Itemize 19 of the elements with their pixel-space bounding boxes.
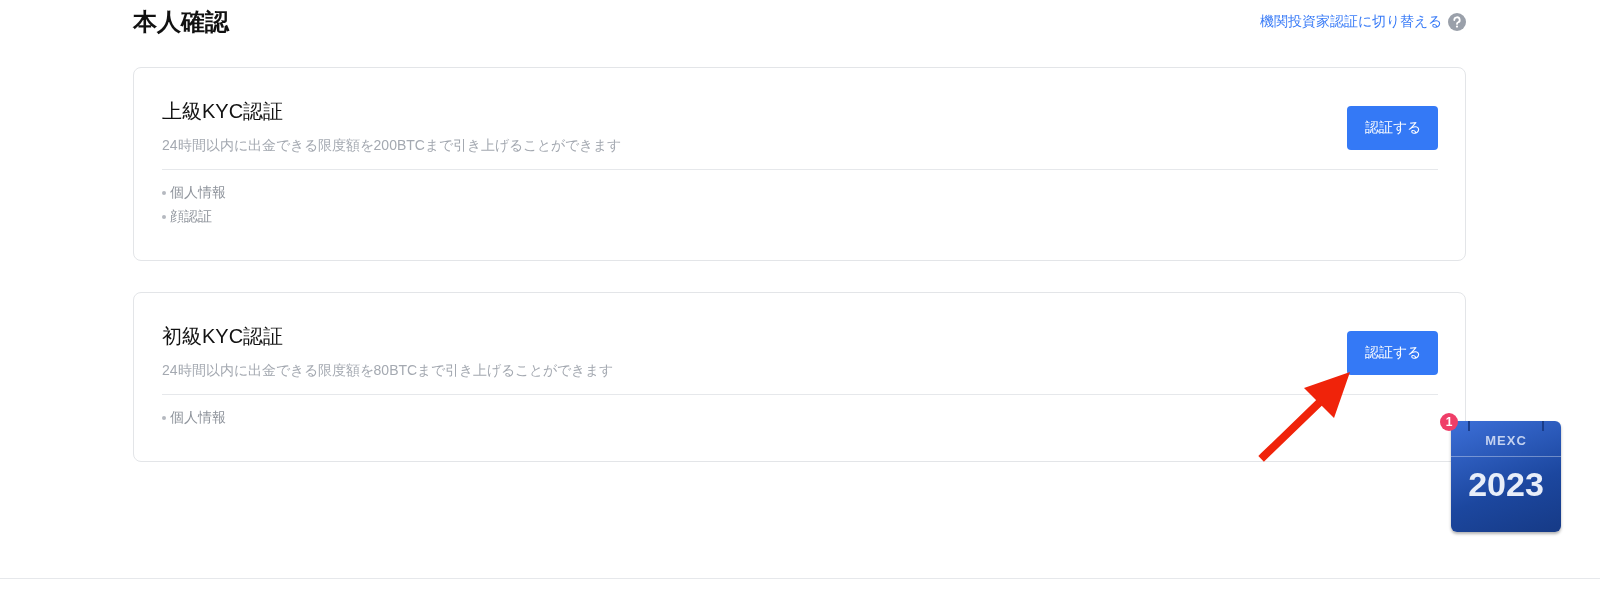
- requirement-item: 個人情報: [170, 184, 226, 202]
- page-title: 本人確認: [133, 7, 229, 37]
- calendar-widget[interactable]: MEXC 2023: [1451, 421, 1561, 532]
- help-icon[interactable]: [1448, 13, 1466, 31]
- notification-badge: 1: [1440, 413, 1458, 431]
- requirement-item: 顔認証: [170, 208, 212, 226]
- requirement-item: 個人情報: [170, 409, 226, 427]
- bullet-icon: [162, 191, 166, 195]
- verify-button[interactable]: 認証する: [1347, 106, 1438, 150]
- card-description: 24時間以内に出金できる限度額を200BTCまで引き上げることができます: [162, 137, 621, 155]
- switch-link[interactable]: 機関投資家認証に切り替える: [1260, 13, 1442, 31]
- bullet-icon: [162, 215, 166, 219]
- verify-button[interactable]: 認証する: [1347, 331, 1438, 375]
- calendar-year: 2023: [1468, 465, 1544, 504]
- bullet-icon: [162, 416, 166, 420]
- card-description: 24時間以内に出金できる限度額を80BTCまで引き上げることができます: [162, 362, 614, 380]
- card-title: 初級KYC認証: [162, 324, 285, 349]
- calendar-brand: MEXC: [1451, 433, 1561, 457]
- card-title: 上級KYC認証: [162, 99, 285, 124]
